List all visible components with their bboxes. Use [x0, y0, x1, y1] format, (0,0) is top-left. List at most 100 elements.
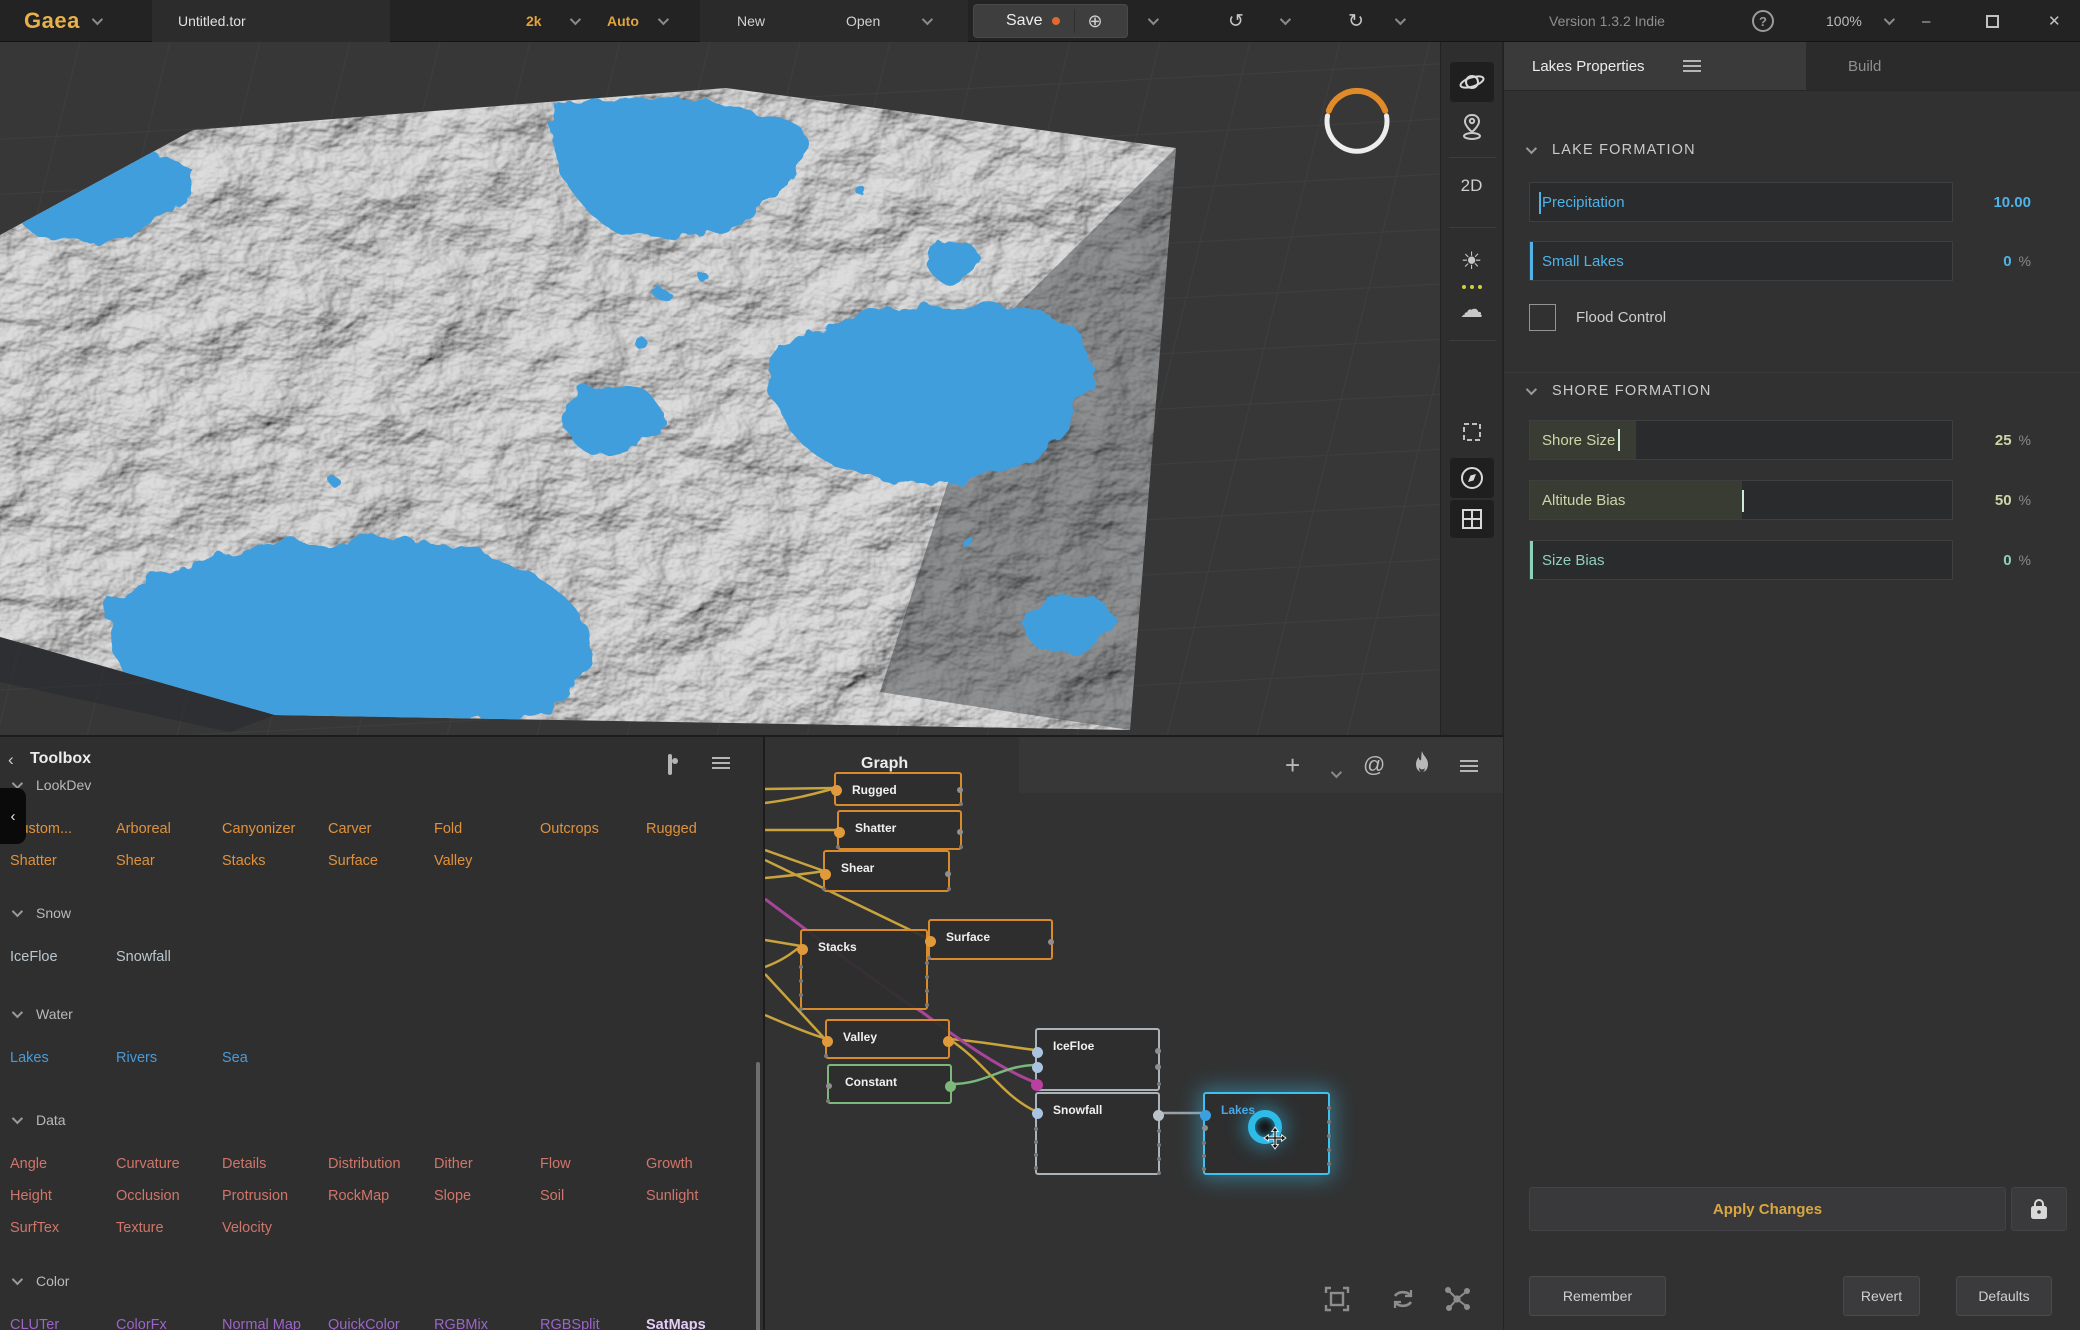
- fit-view-icon[interactable]: [1323, 1285, 1351, 1318]
- graph-node-icefloe[interactable]: IceFloe: [1035, 1028, 1160, 1091]
- location-pin-icon[interactable]: [1450, 106, 1494, 148]
- graph-node-snowfall[interactable]: Snowfall: [1035, 1092, 1160, 1175]
- minimize-button[interactable]: –: [1922, 0, 1930, 42]
- open-button[interactable]: Open: [846, 0, 880, 42]
- toolbox-node-stacks[interactable]: Stacks: [222, 845, 328, 877]
- graph-node-constant[interactable]: Constant: [827, 1064, 952, 1104]
- add-to-save-icon[interactable]: ⊕: [1087, 11, 1102, 32]
- graph-node-lakes[interactable]: Lakes: [1203, 1092, 1330, 1175]
- node-port[interactable]: [820, 869, 831, 880]
- toolbox-node-shear[interactable]: Shear: [116, 845, 222, 877]
- build-mode-chevron[interactable]: [658, 0, 666, 42]
- toolbox-section-data[interactable]: Data: [12, 1112, 66, 1128]
- toolbox-menu-icon[interactable]: [712, 754, 730, 772]
- resolution-selector[interactable]: 2k: [526, 0, 542, 42]
- resolution-chevron[interactable]: [570, 0, 578, 42]
- node-port[interactable]: [945, 1081, 956, 1092]
- toolbox-node-fold[interactable]: Fold: [434, 813, 540, 845]
- toolbox-node-angle[interactable]: Angle: [10, 1148, 116, 1180]
- node-port[interactable]: [945, 871, 951, 877]
- revert-button[interactable]: Revert: [1843, 1276, 1920, 1316]
- close-button[interactable]: ✕: [2048, 0, 2061, 42]
- compass-icon[interactable]: [1450, 458, 1494, 498]
- toolbox-node-surface[interactable]: Surface: [328, 845, 434, 877]
- toolbox-node-shatter[interactable]: Shatter: [10, 845, 116, 877]
- toolbox-node-rivers[interactable]: Rivers: [116, 1042, 222, 1074]
- view-3d-icon[interactable]: [1450, 62, 1494, 102]
- toolbox-node-surftex[interactable]: SurfTex: [10, 1212, 116, 1244]
- node-port[interactable]: [1048, 939, 1054, 945]
- layout-grid-icon[interactable]: [1450, 500, 1494, 538]
- toolbox-node-rugged[interactable]: Rugged: [646, 813, 752, 845]
- help-button[interactable]: ?: [1752, 0, 1774, 42]
- panel-flyout-handle[interactable]: ‹: [0, 788, 26, 844]
- property-input[interactable]: Precipitation: [1529, 182, 1953, 222]
- node-port[interactable]: [1153, 1110, 1164, 1121]
- auto-arrange-icon[interactable]: [1443, 1285, 1471, 1318]
- properties-menu-icon[interactable]: [1683, 57, 1701, 75]
- toolbox-node-texture[interactable]: Texture: [116, 1212, 222, 1244]
- node-port[interactable]: [1032, 1108, 1043, 1119]
- toolbox-node-arboreal[interactable]: Arboreal: [116, 813, 222, 845]
- toolbox-node-colorfx[interactable]: ColorFx: [116, 1309, 222, 1330]
- node-port[interactable]: [1031, 1079, 1043, 1091]
- toolbox-node-satmaps[interactable]: SatMaps: [646, 1309, 752, 1330]
- node-port[interactable]: [826, 1083, 832, 1089]
- node-port[interactable]: [943, 1036, 954, 1047]
- toolbox-node-carver[interactable]: Carver: [328, 813, 434, 845]
- toolbox-node-outcrops[interactable]: Outcrops: [540, 813, 646, 845]
- graph-node-stacks[interactable]: Stacks: [800, 929, 928, 1010]
- new-button[interactable]: New: [737, 0, 765, 42]
- node-port[interactable]: [822, 1036, 833, 1047]
- node-port[interactable]: [957, 787, 963, 793]
- app-menu-button[interactable]: Gaea: [24, 0, 100, 42]
- undo-button[interactable]: ↺: [1228, 0, 1244, 42]
- collapse-toolbox-icon[interactable]: ‹: [8, 750, 14, 770]
- sunlight-icon[interactable]: ☀: [1450, 242, 1494, 280]
- property-input[interactable]: Small Lakes: [1529, 241, 1953, 281]
- toolbox-node-snowfall[interactable]: Snowfall: [116, 941, 222, 973]
- build-mode-selector[interactable]: Auto: [607, 0, 639, 42]
- toolbox-node-dither[interactable]: Dither: [434, 1148, 540, 1180]
- undo-chevron[interactable]: [1280, 0, 1288, 42]
- apply-changes-button[interactable]: Apply Changes: [1529, 1187, 2006, 1231]
- redo-button[interactable]: ↻: [1348, 0, 1364, 42]
- redo-chevron[interactable]: [1395, 0, 1403, 42]
- node-port[interactable]: [1032, 1047, 1043, 1058]
- toolbox-toggle-icon[interactable]: [668, 756, 672, 774]
- toolbox-node-rgbmix[interactable]: RGBMix: [434, 1309, 540, 1330]
- toolbox-scrollbar[interactable]: [756, 1062, 760, 1330]
- graph-node-shatter[interactable]: Shatter: [837, 810, 962, 850]
- lock-button[interactable]: [2011, 1187, 2067, 1231]
- property-input[interactable]: Shore Size: [1529, 420, 1953, 460]
- open-chevron[interactable]: [922, 0, 930, 42]
- node-port[interactable]: [1155, 1048, 1161, 1054]
- maximize-button[interactable]: [1986, 0, 1999, 42]
- cloud-icon[interactable]: ☁: [1450, 292, 1494, 326]
- toolbox-node-normal-map[interactable]: Normal Map: [222, 1309, 328, 1330]
- node-port[interactable]: [1202, 1125, 1208, 1131]
- zoom-chevron[interactable]: [1884, 0, 1892, 42]
- frame-region-icon[interactable]: [1450, 414, 1494, 450]
- save-options-chevron[interactable]: [1148, 0, 1156, 42]
- toolbox-node-rockmap[interactable]: RockMap: [328, 1180, 434, 1212]
- defaults-button[interactable]: Defaults: [1956, 1276, 2052, 1316]
- node-port[interactable]: [831, 785, 842, 796]
- toolbox-node-sea[interactable]: Sea: [222, 1042, 328, 1074]
- toolbox-node-protrusion[interactable]: Protrusion: [222, 1180, 328, 1212]
- property-input[interactable]: Altitude Bias: [1529, 480, 1953, 520]
- document-tab[interactable]: Untitled.tor: [152, 0, 390, 42]
- graph-node-rugged[interactable]: Rugged: [834, 772, 962, 806]
- toolbox-node-soil[interactable]: Soil: [540, 1180, 646, 1212]
- toolbox-node-canyonizer[interactable]: Canyonizer: [222, 813, 328, 845]
- node-port[interactable]: [1200, 1110, 1211, 1121]
- toolbox-section-color[interactable]: Color: [12, 1273, 69, 1289]
- graph-node-valley[interactable]: Valley: [825, 1019, 950, 1059]
- save-button[interactable]: Save: [1006, 12, 1042, 30]
- node-port[interactable]: [797, 944, 808, 955]
- tab-build[interactable]: Build: [1806, 42, 2080, 90]
- toolbox-node-velocity[interactable]: Velocity: [222, 1212, 328, 1244]
- toolbox-section-snow[interactable]: Snow: [12, 905, 71, 921]
- zoom-level[interactable]: 100%: [1826, 0, 1862, 42]
- flood-control-checkbox[interactable]: [1529, 304, 1556, 331]
